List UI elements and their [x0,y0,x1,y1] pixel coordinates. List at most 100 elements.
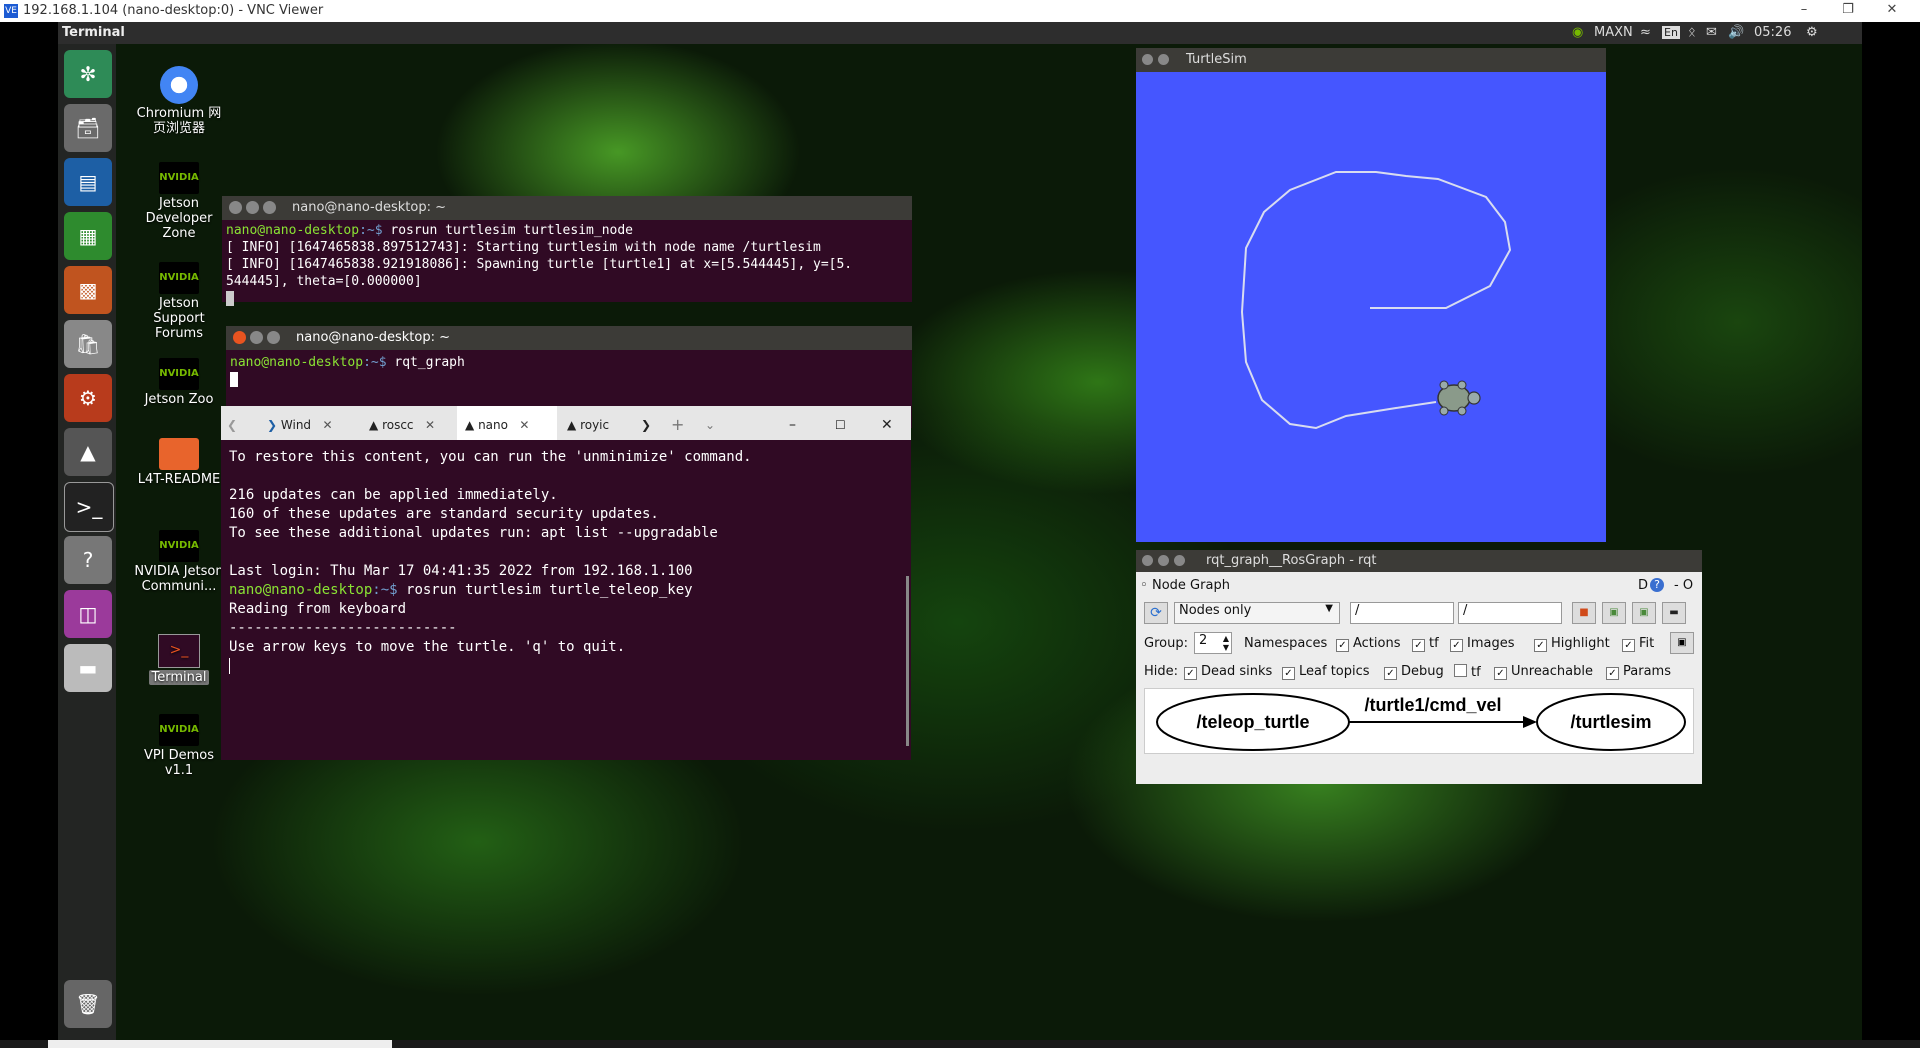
minimize-button[interactable]: – [1794,2,1814,20]
save-image-icon[interactable]: ▬ [1662,602,1686,624]
impress-icon[interactable]: ▩ [64,266,112,314]
prompt-user: nano@nano-desktop [229,582,373,598]
graph-mode-select[interactable]: Nodes only ▼ [1174,602,1340,624]
minimize-window-button[interactable] [250,331,263,344]
params-checkbox[interactable]: ✓ Params [1606,664,1671,680]
maximize-button[interactable]: ☐ [835,410,846,440]
scroll-left-icon[interactable]: ❮ [227,410,237,440]
desktop-icon-jetson-zoo[interactable]: NVIDIA Jetson Zoo [134,358,224,407]
drive-icon[interactable]: ▬ [64,644,112,692]
topic-filter-input[interactable]: / [1458,602,1562,624]
turtlesim-window[interactable]: TurtleSim [1136,48,1606,542]
save-dot-icon[interactable]: ▣ [1602,602,1626,624]
maximize-window-button[interactable] [1174,555,1185,566]
load-dot-icon[interactable]: ■ [1572,602,1596,624]
tab-roscore[interactable]: ▲ roscc ✕ [369,410,435,440]
minimize-window-button[interactable] [1158,555,1169,566]
close-window-button[interactable] [233,331,246,344]
restore-button[interactable]: ❐ [1838,2,1858,20]
bluetooth-icon[interactable]: ᛟ [1688,25,1696,40]
scrollbar[interactable] [906,576,909,746]
dock-label[interactable]: D [1638,578,1648,593]
close-window-button[interactable] [1142,54,1153,65]
tab-dropdown-icon[interactable]: ⌄ [705,410,715,440]
checkbox-box [1454,664,1467,677]
close-tab-icon[interactable]: ✕ [323,418,333,432]
nvidia-logo-icon: NVIDIA [159,358,199,390]
nvidia-logo-icon: NVIDIA [159,262,199,294]
files-icon[interactable]: 🗃 [64,104,112,152]
maximize-window-button[interactable] [263,201,276,214]
desktop-icon-vpi-demos[interactable]: NVIDIA VPI Demos v1.1 [134,714,224,778]
dead-sinks-checkbox[interactable]: ✓ Dead sinks [1184,664,1272,680]
new-tab-icon[interactable]: + [671,410,684,440]
turtle-path-svg [1240,171,1512,430]
group-spinbox[interactable]: 2 ▲ ▼ [1194,632,1232,654]
writer-icon[interactable]: ▤ [64,158,112,206]
debug-checkbox[interactable]: ✓ Debug [1384,664,1444,680]
images-checkbox[interactable]: ✓ Images [1450,636,1515,652]
help-icon[interactable]: ? [1650,578,1664,592]
close-button[interactable]: ✕ [1882,2,1902,20]
namespace-filter-input[interactable]: / [1350,602,1454,624]
tab-nano[interactable]: ▲ nano ✕ [457,406,557,440]
close-window-button[interactable] [229,201,242,214]
wifi-icon[interactable]: ≈ [1640,25,1651,40]
power-mode[interactable]: MAXN [1594,25,1633,40]
minimize-window-button[interactable] [246,201,259,214]
nvidia-icon[interactable]: ◉ [1572,25,1583,40]
close-tab-icon[interactable]: ✕ [519,418,529,432]
mail-icon[interactable]: ✉ [1706,25,1717,40]
minimize-button[interactable]: – [789,410,796,440]
plugin-close-label[interactable]: - O [1674,578,1693,593]
fit-view-icon[interactable]: ▣ [1670,632,1694,654]
refresh-icon[interactable]: ⟳ [1144,602,1168,624]
tab-windows[interactable]: ❯ Wind ✕ [267,410,333,440]
desktop-icon-jetson-support-forums[interactable]: NVIDIA Jetson Support Forums [134,262,224,341]
highlight-checkbox[interactable]: ✓ Highlight [1534,636,1610,652]
terminal-icon[interactable]: >_ [64,482,114,532]
desktop-icon-l4t-readme[interactable]: L4T-README [134,438,224,487]
graph-mode-value: Nodes only [1179,603,1252,618]
remote-desktop-icon[interactable]: ◫ [64,590,112,638]
close-button[interactable]: ✕ [881,410,893,440]
gear-icon[interactable]: ⚙ [1806,25,1818,40]
help-icon[interactable]: ? [64,536,112,584]
namespaces-checkbox[interactable]: Namespaces [1244,636,1327,651]
software-updater-icon[interactable]: ▲ [64,428,112,476]
nvidia-logo-icon: NVIDIA [159,162,199,194]
desktop-icon-terminal[interactable]: >_ Terminal [134,634,224,685]
unreachable-checkbox[interactable]: ✓ Unreachable [1494,664,1593,680]
software-center-icon[interactable]: 🛍 [64,320,112,368]
trash-icon[interactable]: 🗑 [64,980,112,1028]
checkbox-label: Params [1623,664,1671,679]
tab-royic[interactable]: ▲ royic [567,410,609,440]
tf-checkbox[interactable]: ✓ tf [1412,636,1439,652]
desktop-icon-jetson-developer-zone[interactable]: NVIDIA Jetson Developer Zone [134,162,224,241]
maximize-window-button[interactable] [267,331,280,344]
hide-tf-checkbox[interactable]: tf [1454,664,1481,680]
volume-icon[interactable]: 🔊 [1728,25,1744,40]
minimize-window-button[interactable] [1158,54,1169,65]
calc-icon[interactable]: ▦ [64,212,112,260]
clock[interactable]: 05:26 [1754,25,1791,40]
save-svg-icon[interactable]: ▣ [1632,602,1656,624]
vnc-app-icon: VE [4,4,18,18]
settings-icon[interactable]: ⚙ [64,374,112,422]
ros-graph-canvas[interactable]: /teleop_turtle /turtlesim /turtle1/cmd_v… [1144,688,1694,754]
fit-checkbox[interactable]: ✓ Fit [1622,636,1654,652]
windows-terminal[interactable]: ❮ ❯ Wind ✕ ▲ roscc ✕ ▲ nano ✕ ▲ royic ❯ … [221,406,911,760]
desktop-icon-chromium[interactable]: Chromium 网页浏览器 [134,66,224,136]
close-tab-icon[interactable]: ✕ [425,418,435,432]
terminal-window-turtlesim[interactable]: nano@nano-desktop: ~ nano@nano-desktop:~… [222,196,912,306]
keyboard-layout[interactable]: En [1662,26,1680,39]
scroll-right-icon[interactable]: ❯ [641,410,651,440]
folder-icon [159,438,199,470]
launcher: ✼ 🗃 ▤ ▦ ▩ 🛍 ⚙ ▲ >_ ? ◫ ▬ 🗑 [58,44,116,1040]
actions-checkbox[interactable]: ✓ Actions [1336,636,1401,652]
rqt-graph-window[interactable]: rqt_graph__RosGraph - rqt ◦ Node Graph D… [1136,550,1702,784]
leaf-topics-checkbox[interactable]: ✓ Leaf topics [1282,664,1370,680]
close-window-button[interactable] [1142,555,1153,566]
desktop-icon-nvidia-jetson-community[interactable]: NVIDIA NVIDIA Jetson Communi... [134,530,224,594]
ubuntu-dash-icon[interactable]: ✼ [64,50,112,98]
